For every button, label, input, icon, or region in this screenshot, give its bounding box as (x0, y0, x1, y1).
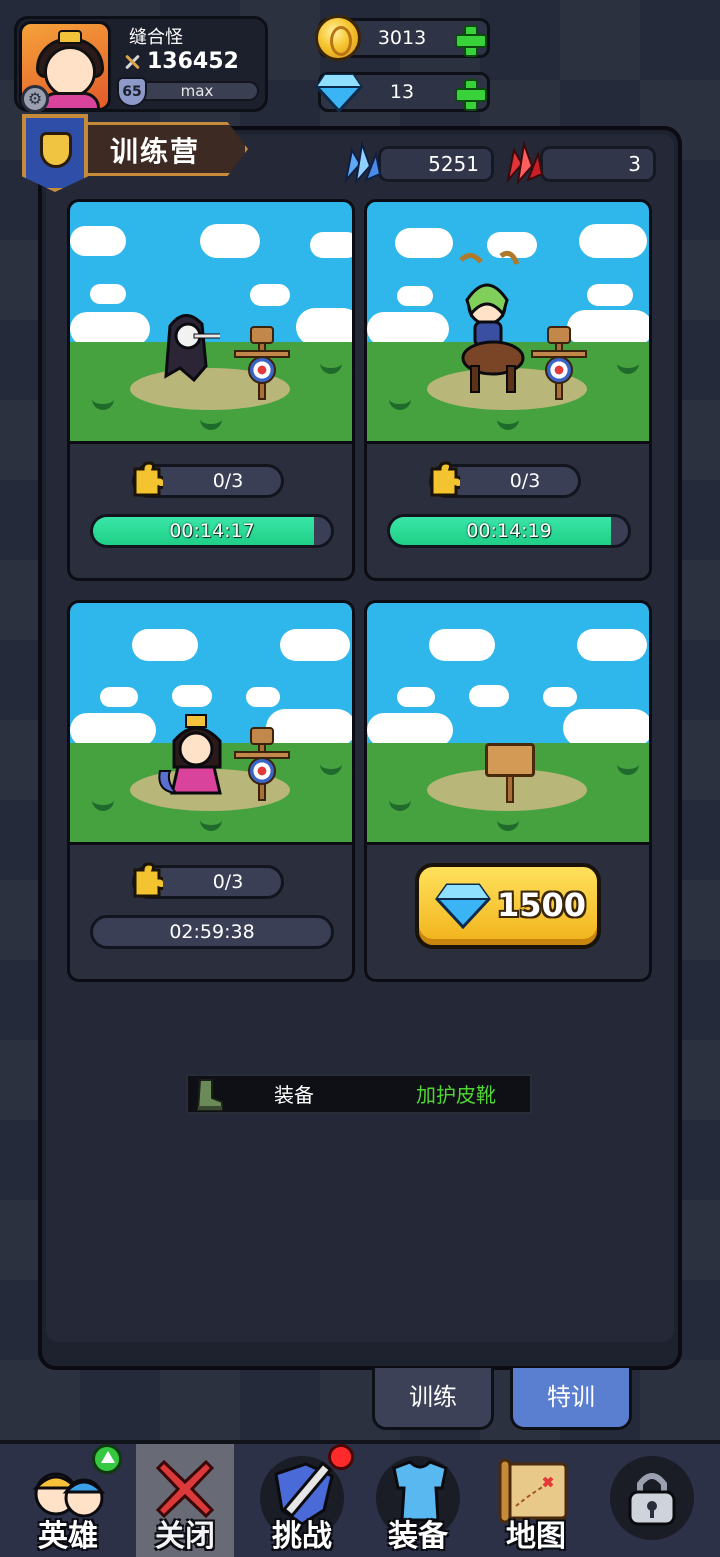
unlock-slot-button[interactable]: 1500 (415, 863, 601, 949)
unlock-cost: 1500 (497, 886, 587, 924)
blue-crystal-icon (344, 140, 382, 184)
hero-piece-counter: 0/3 (429, 461, 581, 498)
power-row: 136452 (123, 49, 239, 74)
training-slot-3[interactable]: 0/3 02:59:38 (67, 600, 355, 982)
training-dummy-icon (531, 326, 587, 400)
level-row: max 65 (117, 77, 261, 107)
diamond-icon (435, 883, 491, 929)
hero-piece-counter: 0/3 (132, 862, 284, 899)
red-crystal-counter: 3 (540, 146, 656, 182)
puzzle-piece-icon (430, 461, 460, 497)
training-scene (70, 202, 352, 444)
add-diamond-button[interactable] (455, 79, 487, 111)
diamond-icon (315, 73, 363, 113)
training-slot-1[interactable]: 0/3 00:14:17 (67, 199, 355, 581)
toast-item-type: 装备 (274, 1083, 314, 1107)
piece-count: 0/3 (212, 470, 244, 492)
gold-value: 3013 (377, 27, 427, 49)
reaper-hero-icon (164, 314, 220, 383)
player-profile[interactable]: ⚙ 缝合怪 136452 max 65 (14, 16, 268, 113)
puzzle-piece-icon (133, 862, 163, 898)
nav-map[interactable]: 地图 (478, 1444, 594, 1557)
lock-icon (628, 1473, 676, 1526)
blue-crystal-value: 5251 (428, 152, 479, 176)
tab-special-training[interactable]: 特训 (510, 1368, 632, 1430)
training-dummy-icon (234, 727, 290, 801)
item-acquired-toast: 装备 加护皮靴 (186, 1074, 532, 1114)
training-scene (70, 603, 352, 845)
nav-equipment[interactable]: 装备 (360, 1444, 476, 1557)
upgrade-arrow-badge (92, 1444, 122, 1474)
blue-crystal-counter: 5251 (378, 146, 494, 182)
timer-text: 02:59:38 (169, 921, 255, 943)
power-value: 136452 (147, 49, 239, 74)
training-timer: 00:14:17 (90, 514, 334, 548)
timer-text: 00:14:17 (169, 520, 255, 542)
diamond-value: 13 (389, 81, 415, 103)
nav-challenge[interactable]: 挑战 (244, 1444, 360, 1557)
notification-dot (328, 1444, 354, 1470)
princess-hero-icon (158, 714, 222, 795)
centaur-druid-hero-icon (459, 250, 525, 393)
level-shield-icon: 65 (117, 77, 147, 107)
toast-item-name: 加护皮靴 (416, 1083, 496, 1107)
red-crystal-value: 3 (628, 152, 641, 176)
puzzle-piece-icon (133, 461, 163, 497)
nav-label: 挑战 (272, 1519, 332, 1554)
nav-locked[interactable] (594, 1444, 710, 1557)
hero-piece-counter: 0/3 (132, 461, 284, 498)
player-name: 缝合怪 (129, 27, 183, 48)
timer-text: 00:14:19 (466, 520, 552, 542)
training-scene (367, 603, 649, 845)
nav-label: 英雄 (38, 1519, 98, 1554)
training-timer: 00:14:19 (387, 514, 631, 548)
piece-count: 0/3 (509, 470, 541, 492)
gold-coin-icon (315, 15, 361, 61)
panel-title: 训练营 (110, 135, 201, 168)
locked-training-slot[interactable]: 1500 (364, 600, 652, 982)
boots-icon (196, 1079, 223, 1111)
add-gold-button[interactable] (455, 25, 487, 57)
piece-count: 0/3 (212, 871, 244, 893)
nav-heroes[interactable]: 英雄 (10, 1444, 126, 1557)
tab-training[interactable]: 训练 (372, 1368, 494, 1430)
nav-label: 装备 (388, 1519, 448, 1554)
training-scene (367, 202, 649, 444)
crossed-swords-icon (123, 53, 141, 71)
training-timer: 02:59:38 (90, 915, 334, 949)
bottom-navigation: 英雄 关闭 挑战 装备 地图 (0, 1440, 720, 1557)
nav-close[interactable]: 关闭 (136, 1444, 234, 1557)
hammer-sign-icon (485, 743, 535, 803)
shield-emblem-icon (22, 114, 88, 192)
level-status: max (135, 81, 259, 101)
training-slot-2[interactable]: 0/3 00:14:19 (364, 199, 652, 581)
nav-label: 关闭 (155, 1519, 215, 1554)
gold-currency: 3013 (315, 15, 490, 61)
panel-title-banner: 训练营 (22, 114, 248, 192)
settings-gear-icon[interactable]: ⚙ (21, 85, 49, 113)
training-dummy-icon (234, 326, 290, 400)
nav-label: 地图 (506, 1519, 566, 1554)
red-crystal-icon (506, 140, 544, 184)
diamond-currency: 13 (315, 72, 490, 113)
